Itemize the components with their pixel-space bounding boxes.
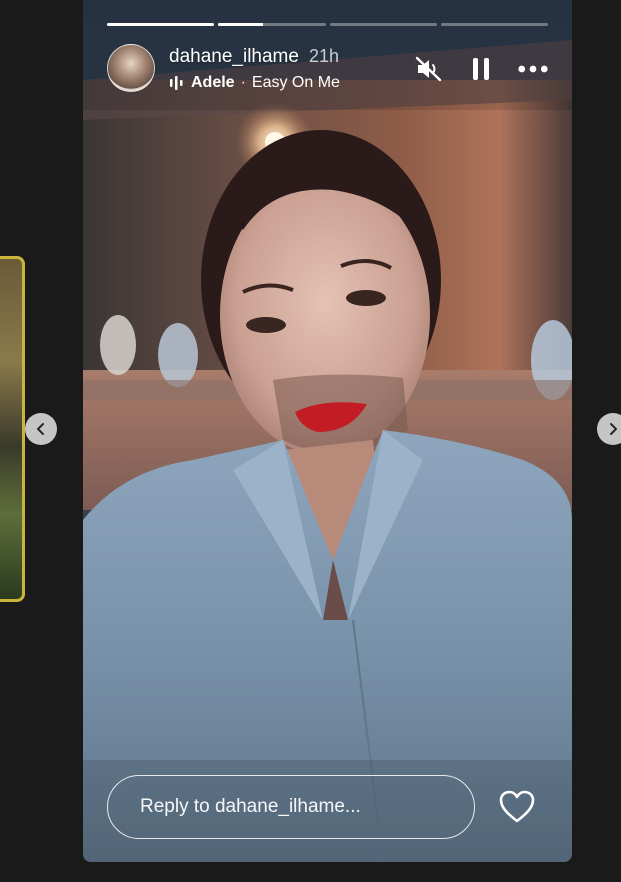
music-attribution[interactable]: Adele · Easy On Me <box>169 74 340 92</box>
avatar[interactable] <box>107 44 155 92</box>
next-story-button[interactable] <box>597 413 621 445</box>
story-controls <box>414 44 548 84</box>
progress-segment <box>218 23 326 26</box>
pause-button[interactable] <box>466 54 496 84</box>
audio-bars-icon <box>170 76 183 90</box>
speaker-muted-icon <box>415 56 442 82</box>
story-progress-bars <box>107 23 548 26</box>
username-link[interactable]: dahane_ilhame <box>169 46 299 68</box>
music-separator: · <box>240 74 246 91</box>
mute-button[interactable] <box>414 54 444 84</box>
chevron-left-icon <box>37 423 44 435</box>
music-song: Easy On Me <box>251 74 340 91</box>
story-viewer: dahane_ilhame 21h Adele · Easy On Me <box>0 0 621 882</box>
previous-story-preview[interactable] <box>0 256 25 602</box>
more-options-button[interactable] <box>518 54 548 84</box>
reply-input[interactable] <box>138 795 444 819</box>
heart-icon <box>499 790 535 823</box>
progress-segment <box>440 23 548 26</box>
progress-segment <box>329 23 437 26</box>
music-artist: Adele <box>191 74 235 91</box>
chevron-right-icon <box>610 423 617 435</box>
story-header-text: dahane_ilhame 21h Adele · Easy On Me <box>169 44 340 92</box>
story-header: dahane_ilhame 21h Adele · Easy On Me <box>107 44 548 94</box>
more-horizontal-icon <box>518 65 548 73</box>
pause-icon <box>473 58 489 80</box>
progress-segment <box>107 23 215 26</box>
story-timestamp: 21h <box>308 46 339 66</box>
story-photo[interactable] <box>83 0 572 862</box>
reply-field-wrapper[interactable] <box>107 775 475 839</box>
previous-story-button[interactable] <box>25 413 57 445</box>
like-button[interactable] <box>499 790 535 824</box>
story-card: dahane_ilhame 21h Adele · Easy On Me <box>83 0 572 862</box>
